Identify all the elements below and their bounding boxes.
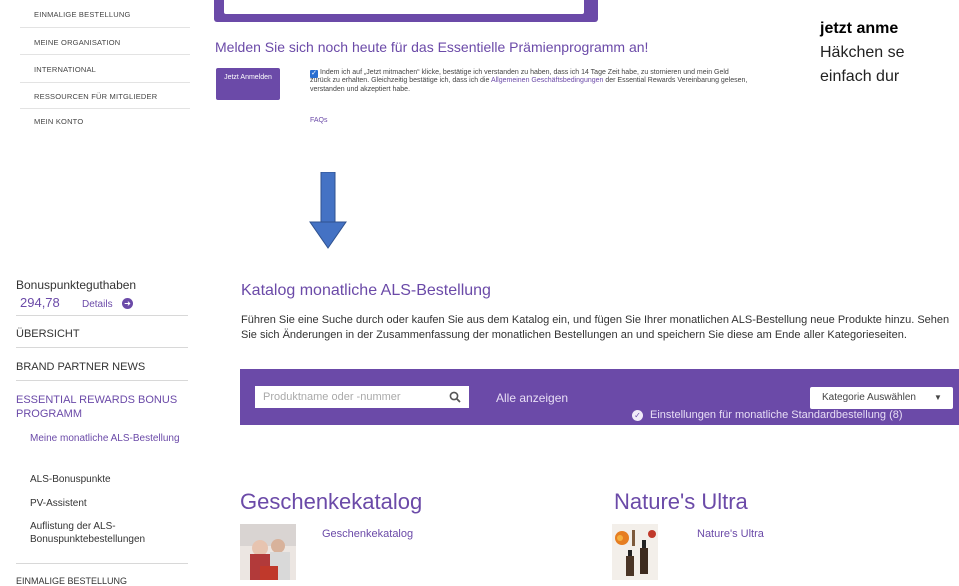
faq-link[interactable]: FAQs [310,117,328,124]
down-arrow-icon [309,172,347,249]
nav-item-ressourcen[interactable]: RESSOURCEN FÜR MITGLIEDER [34,92,157,101]
terms-checkbox[interactable]: ✓ [310,70,318,78]
category-link-natures-ultra[interactable]: Nature's Ultra [697,528,764,540]
terms-text: Indem ich auf „Jetzt mitmachen“ klicke, … [310,69,750,94]
sidebar-item-uebersicht[interactable]: ÜBERSICHT [16,328,80,340]
nav-item-meine-organisation[interactable]: MEINE ORGANISATION [34,38,120,47]
promo-banner-inner [224,0,584,14]
sidebar-divider [16,347,188,348]
default-order-settings-link[interactable]: Einstellungen für monatliche Standardbes… [650,409,903,421]
sidebar-subitem-bonus-orders-list[interactable]: Auflistung der ALS-Bonuspunktebestellung… [30,520,180,546]
show-all-link[interactable]: Alle anzeigen [496,391,568,405]
category-select-label: Kategorie Auswählen [822,392,916,403]
sidebar-subitem-pv-assistant[interactable]: PV-Assistent [30,497,180,510]
search-icon[interactable] [449,391,461,403]
category-link-geschenkekatalog[interactable]: Geschenkekatalog [322,528,413,540]
category-heading-natures-ultra[interactable]: Nature's Ultra [614,489,748,515]
note-heading: jetzt anme [820,20,899,37]
category-select[interactable]: Kategorie Auswählen ▼ [810,387,953,409]
catalog-title: Katalog monatliche ALS-Bestellung [241,282,491,299]
nav-divider [20,108,190,109]
sidebar-subitem-monthly-order[interactable]: Meine monatliche ALS-Bestellung [30,432,180,445]
sidebar-divider [16,563,188,564]
nav-item-einmalige-bestellung[interactable]: EINMALIGE BESTELLUNG [34,10,131,19]
details-link[interactable]: Details [82,299,113,310]
note-line-1: Häkchen se [820,44,905,61]
promo-banner-bottom [214,0,598,22]
note-line-2: einfach dur [820,68,900,85]
sidebar-item-essential-rewards[interactable]: ESSENTIAL REWARDS BONUS PROGRAMM [16,393,196,421]
terms-link[interactable]: Allgemeinen Geschäftsbedingungen [491,77,603,84]
balance-label: Bonuspunkteguthaben [16,278,137,292]
nav-item-international[interactable]: INTERNATIONAL [34,65,96,74]
check-circle-icon: ✓ [632,410,643,421]
nav-divider [20,82,190,83]
nav-divider [20,27,190,28]
sidebar-divider [16,380,188,381]
sidebar-subitem-bonus-points[interactable]: ALS-Bonuspunkte [30,473,180,486]
nav-item-mein-konto[interactable]: MEIN KONTO [34,117,83,126]
search-input[interactable] [255,386,469,408]
sidebar-item-einmalige-bestellung[interactable]: EINMALIGE BESTELLUNG [16,576,127,586]
sidebar-divider [16,315,188,316]
gift-catalog-thumbnail[interactable] [240,524,296,580]
enroll-title: Melden Sie sich noch heute für das Essen… [215,39,649,55]
nav-divider [20,54,190,55]
balance-value: 294,78 [20,295,60,310]
enroll-button[interactable]: Jetzt Anmelden [216,68,280,100]
sidebar-item-brand-partner-news[interactable]: BRAND PARTNER NEWS [16,361,145,373]
natures-ultra-thumbnail[interactable] [612,524,658,580]
catalog-description: Führen Sie eine Suche durch oder kaufen … [241,314,950,341]
arrow-circle-right-icon[interactable]: ➜ [122,298,133,309]
chevron-down-icon: ▼ [934,393,942,402]
category-heading-geschenkekatalog[interactable]: Geschenkekatalog [240,489,422,515]
